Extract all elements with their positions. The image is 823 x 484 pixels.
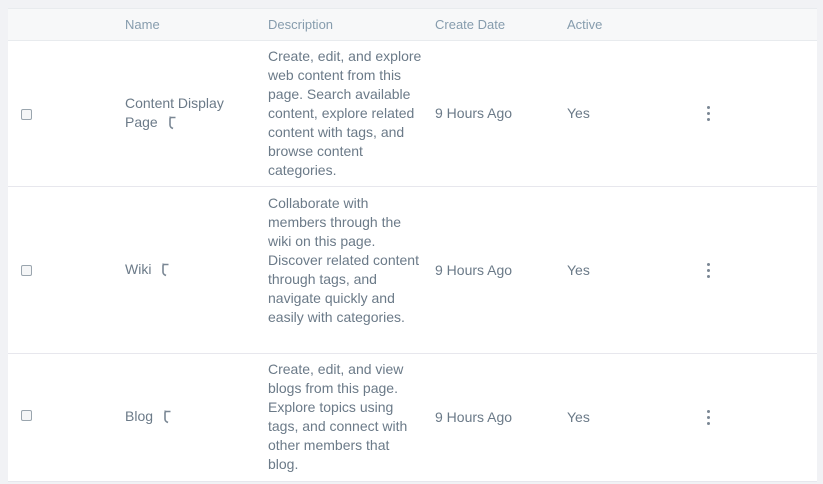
column-header-description[interactable]: Description (268, 17, 333, 32)
row-active: Yes (567, 409, 590, 425)
row-checkbox[interactable] (21, 265, 32, 276)
row-name-line2[interactable]: Page (125, 114, 158, 130)
row-checkbox[interactable] (21, 109, 32, 120)
link-arrow-icon[interactable] (168, 116, 178, 135)
table-header: Name Description Create Date Active (8, 9, 817, 41)
row-name[interactable]: Blog (125, 407, 173, 429)
table-row: Content Display Page Create, edit, and e… (8, 41, 817, 187)
row-create-date: 9 Hours Ago (435, 262, 513, 278)
row-name[interactable]: Content Display Page (125, 94, 224, 135)
row-description: Create, edit, and explore web content fr… (268, 48, 422, 178)
row-checkbox[interactable] (21, 410, 32, 421)
row-description: Collaborate with members through the wik… (268, 195, 419, 325)
row-create-date: 9 Hours Ago (435, 105, 513, 121)
row-active: Yes (567, 262, 590, 278)
row-name-line1[interactable]: Content Display (125, 95, 224, 111)
row-actions-kebab-icon[interactable] (704, 263, 714, 281)
row-description: Create, edit, and view blogs from this p… (268, 361, 408, 472)
row-active: Yes (567, 105, 590, 121)
row-name[interactable]: Wiki (125, 260, 171, 282)
table-row: Wiki Collaborate with members through th… (8, 187, 817, 354)
column-header-create-date[interactable]: Create Date (435, 17, 505, 32)
table-row: Blog Create, edit, and view blogs from t… (8, 354, 817, 482)
row-actions-kebab-icon[interactable] (704, 410, 714, 428)
row-actions-kebab-icon[interactable] (704, 106, 714, 124)
link-arrow-icon[interactable] (163, 410, 173, 429)
column-header-active[interactable]: Active (567, 17, 602, 32)
row-name-line1[interactable]: Blog (125, 408, 153, 424)
row-create-date: 9 Hours Ago (435, 409, 513, 425)
row-name-line1[interactable]: Wiki (125, 261, 151, 277)
column-header-name[interactable]: Name (125, 17, 160, 32)
templates-table: Name Description Create Date Active Cont… (8, 8, 817, 482)
link-arrow-icon[interactable] (161, 263, 171, 282)
